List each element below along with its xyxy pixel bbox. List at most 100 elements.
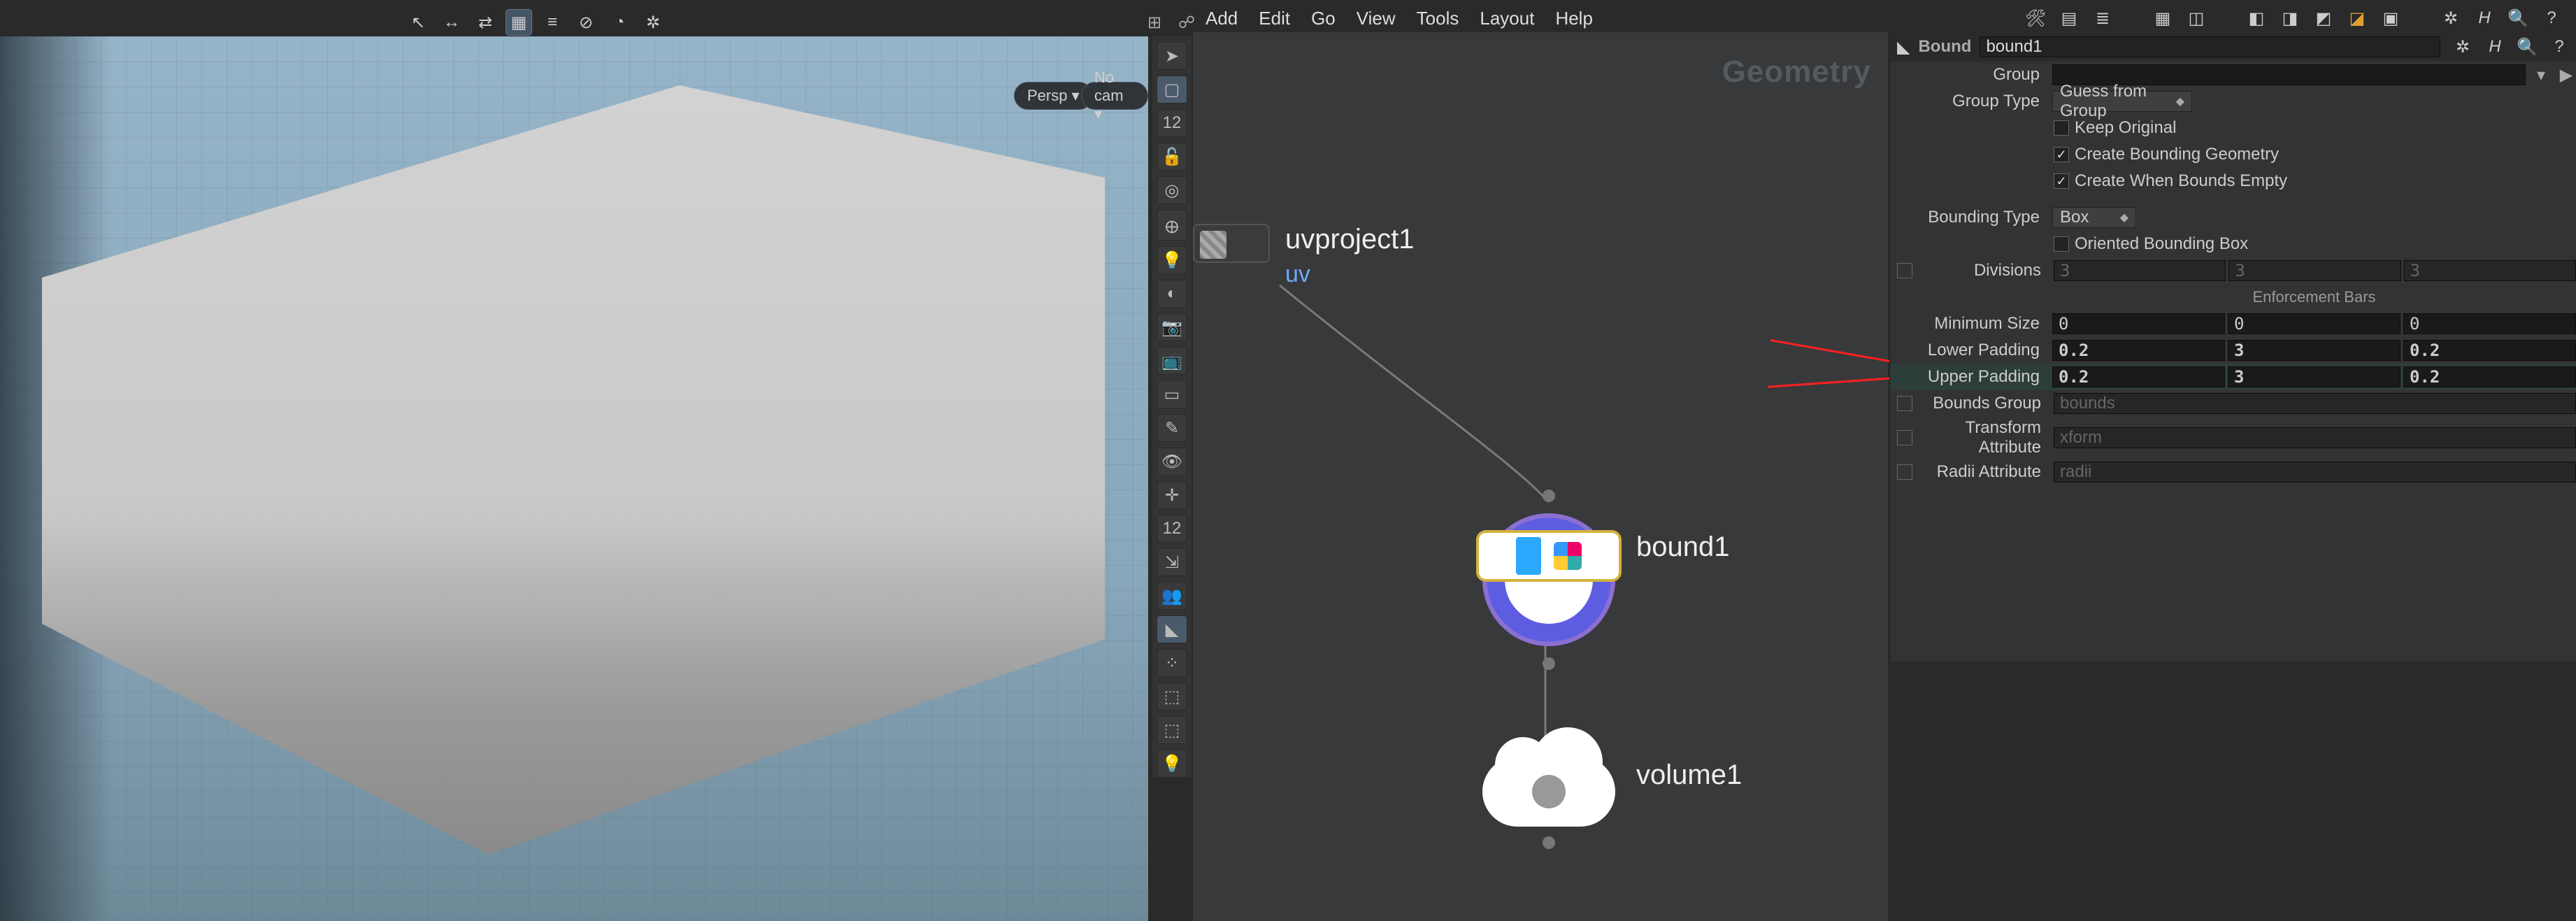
- help-icon[interactable]: ?: [2541, 8, 2562, 29]
- menu-tools[interactable]: Tools: [1417, 8, 1459, 29]
- disp-camera-icon[interactable]: 📷: [1157, 313, 1187, 341]
- param-help-icon[interactable]: ?: [2549, 37, 2569, 57]
- bounds-group-toggle[interactable]: [1897, 396, 1912, 411]
- divisions-toggle[interactable]: [1897, 263, 1912, 278]
- layout-icon[interactable]: ⊞: [1143, 11, 1166, 34]
- disp-exposure-icon[interactable]: ◐: [1157, 280, 1187, 308]
- menu-layout[interactable]: Layout: [1480, 8, 1534, 29]
- param-search-icon[interactable]: 🔍: [2517, 37, 2537, 57]
- pref3-icon[interactable]: ◩: [2313, 8, 2334, 29]
- group-picker-icon[interactable]: ▾: [2531, 65, 2551, 85]
- lower-padding-z[interactable]: 0.2: [2403, 340, 2576, 361]
- node-uvproject-body[interactable]: [1193, 224, 1270, 263]
- disp-frame-icon[interactable]: ▭: [1157, 380, 1187, 408]
- node-uvproject[interactable]: uvproject1 uv: [1193, 224, 1415, 288]
- disp-tv-icon[interactable]: 📺: [1157, 347, 1187, 375]
- disp-planet-icon[interactable]: 🜨: [1157, 210, 1187, 241]
- node-volume-output[interactable]: [1543, 836, 1555, 849]
- gear2-icon[interactable]: ✲: [2440, 8, 2461, 29]
- upper-padding-x[interactable]: 0.2: [2052, 366, 2225, 387]
- view-camera-pill[interactable]: No cam ▾: [1081, 82, 1148, 110]
- disp-box-icon[interactable]: ▢: [1157, 76, 1187, 103]
- node-bound[interactable]: bound1: [1482, 490, 1615, 670]
- upper-padding-z[interactable]: 0.2: [2403, 366, 2576, 387]
- radii-attr-toggle[interactable]: [1897, 464, 1912, 480]
- disp-target-icon[interactable]: ◎: [1157, 176, 1187, 204]
- tool-list-icon[interactable]: ≡: [540, 10, 565, 35]
- panel-icon[interactable]: ▤: [2059, 8, 2080, 29]
- pref4-icon[interactable]: ◪: [2347, 8, 2368, 29]
- disp-12-icon[interactable]: 12: [1157, 515, 1187, 543]
- min-size-z[interactable]: 0: [2403, 313, 2576, 334]
- disp-scatter-icon[interactable]: ⁘: [1157, 649, 1187, 677]
- disp-numbers-icon[interactable]: 12: [1157, 109, 1187, 137]
- tool-deny-icon[interactable]: ⊘: [573, 10, 599, 35]
- group-type-dropdown[interactable]: Guess from Group ◆: [2052, 91, 2192, 112]
- disp-axis-icon[interactable]: ✛: [1157, 481, 1187, 509]
- divisions-z[interactable]: 3: [2404, 260, 2576, 281]
- radii-attr-field[interactable]: radii: [2054, 462, 2576, 483]
- oriented-label: Oriented Bounding Box: [2075, 234, 2248, 254]
- pref1-icon[interactable]: ◧: [2246, 8, 2267, 29]
- node-volume[interactable]: volume1: [1482, 734, 1615, 849]
- group-select-icon[interactable]: ▶: [2556, 65, 2576, 85]
- disp-people-icon[interactable]: 👥: [1157, 582, 1187, 610]
- h-icon[interactable]: H: [2474, 8, 2495, 29]
- disp-eye-icon[interactable]: 👁: [1157, 448, 1187, 476]
- menu-go[interactable]: Go: [1311, 8, 1336, 29]
- lower-padding-y[interactable]: 3: [2228, 340, 2400, 361]
- disp-bulb-icon[interactable]: 💡: [1157, 246, 1187, 274]
- viewport-3d[interactable]: Persp ▾ No cam ▾: [0, 36, 1148, 921]
- min-size-x[interactable]: 0: [2052, 313, 2225, 334]
- xform-attr-field[interactable]: xform: [2054, 427, 2576, 448]
- min-size-y[interactable]: 0: [2228, 313, 2400, 334]
- lower-padding-x[interactable]: 0.2: [2052, 340, 2225, 361]
- list2-icon[interactable]: ≣: [2092, 8, 2113, 29]
- keep-original-label: Keep Original: [2075, 118, 2176, 138]
- tool-clock-icon[interactable]: ◔: [607, 10, 632, 35]
- xform-attr-toggle[interactable]: [1897, 430, 1912, 445]
- disp-lock-icon[interactable]: 🔓: [1157, 143, 1187, 171]
- menu-help[interactable]: Help: [1555, 8, 1592, 29]
- param-gear-icon[interactable]: ✲: [2453, 37, 2473, 57]
- node-bound-output[interactable]: [1543, 657, 1555, 670]
- create-empty-checkbox[interactable]: ✓: [2054, 173, 2069, 189]
- upper-padding-y[interactable]: 3: [2228, 366, 2400, 387]
- disp-arrow-icon[interactable]: ➤: [1157, 42, 1187, 70]
- wrench-icon[interactable]: 🛠: [2025, 8, 2046, 29]
- node-volume-body[interactable]: [1482, 757, 1615, 827]
- bounds-group-field[interactable]: bounds: [2054, 393, 2576, 414]
- disp-cube1-icon[interactable]: ⬚: [1157, 683, 1187, 711]
- keep-original-checkbox[interactable]: [2054, 120, 2069, 136]
- search-icon[interactable]: 🔍: [2507, 8, 2528, 29]
- menu-view[interactable]: View: [1357, 8, 1396, 29]
- create-geo-checkbox[interactable]: ✓: [2054, 147, 2069, 162]
- disp-prim-icon[interactable]: ◣: [1157, 615, 1187, 643]
- node-bound-input[interactable]: [1543, 490, 1555, 502]
- grid2-icon[interactable]: ▦: [2152, 8, 2173, 29]
- pref2-icon[interactable]: ◨: [2280, 8, 2300, 29]
- bounding-type-dropdown[interactable]: Box ◆: [2052, 207, 2136, 228]
- node-bound-display-flag[interactable]: [1516, 537, 1541, 575]
- tool-snap-icon[interactable]: ⇄: [473, 10, 498, 35]
- network-menu-bar: Add Edit Go View Tools Layout Help: [1205, 4, 1593, 32]
- disp-light2-icon[interactable]: 💡: [1157, 750, 1187, 778]
- tool-grid-icon[interactable]: ▦: [506, 10, 531, 35]
- pref5-icon[interactable]: ▣: [2380, 8, 2401, 29]
- tool-gear-icon[interactable]: ✲: [641, 10, 666, 35]
- divisions-x[interactable]: 3: [2054, 260, 2226, 281]
- menu-add[interactable]: Add: [1205, 8, 1238, 29]
- node-name-field[interactable]: bound1: [1980, 36, 2440, 57]
- menu-edit[interactable]: Edit: [1259, 8, 1290, 29]
- oriented-checkbox[interactable]: [2054, 236, 2069, 252]
- layers-icon[interactable]: ◫: [2186, 8, 2207, 29]
- divisions-y[interactable]: 3: [2228, 260, 2400, 281]
- tool-select-icon[interactable]: ↖: [406, 10, 431, 35]
- tool-move-icon[interactable]: ↔: [439, 10, 464, 35]
- pin-icon[interactable]: ☍: [1175, 11, 1198, 34]
- disp-edit-icon[interactable]: ✎: [1157, 414, 1187, 442]
- param-h-icon[interactable]: H: [2485, 37, 2505, 57]
- disp-cube2-icon[interactable]: ⬚: [1157, 716, 1187, 744]
- disp-share-icon[interactable]: ⇲: [1157, 548, 1187, 576]
- node-bound-chip[interactable]: [1479, 533, 1619, 579]
